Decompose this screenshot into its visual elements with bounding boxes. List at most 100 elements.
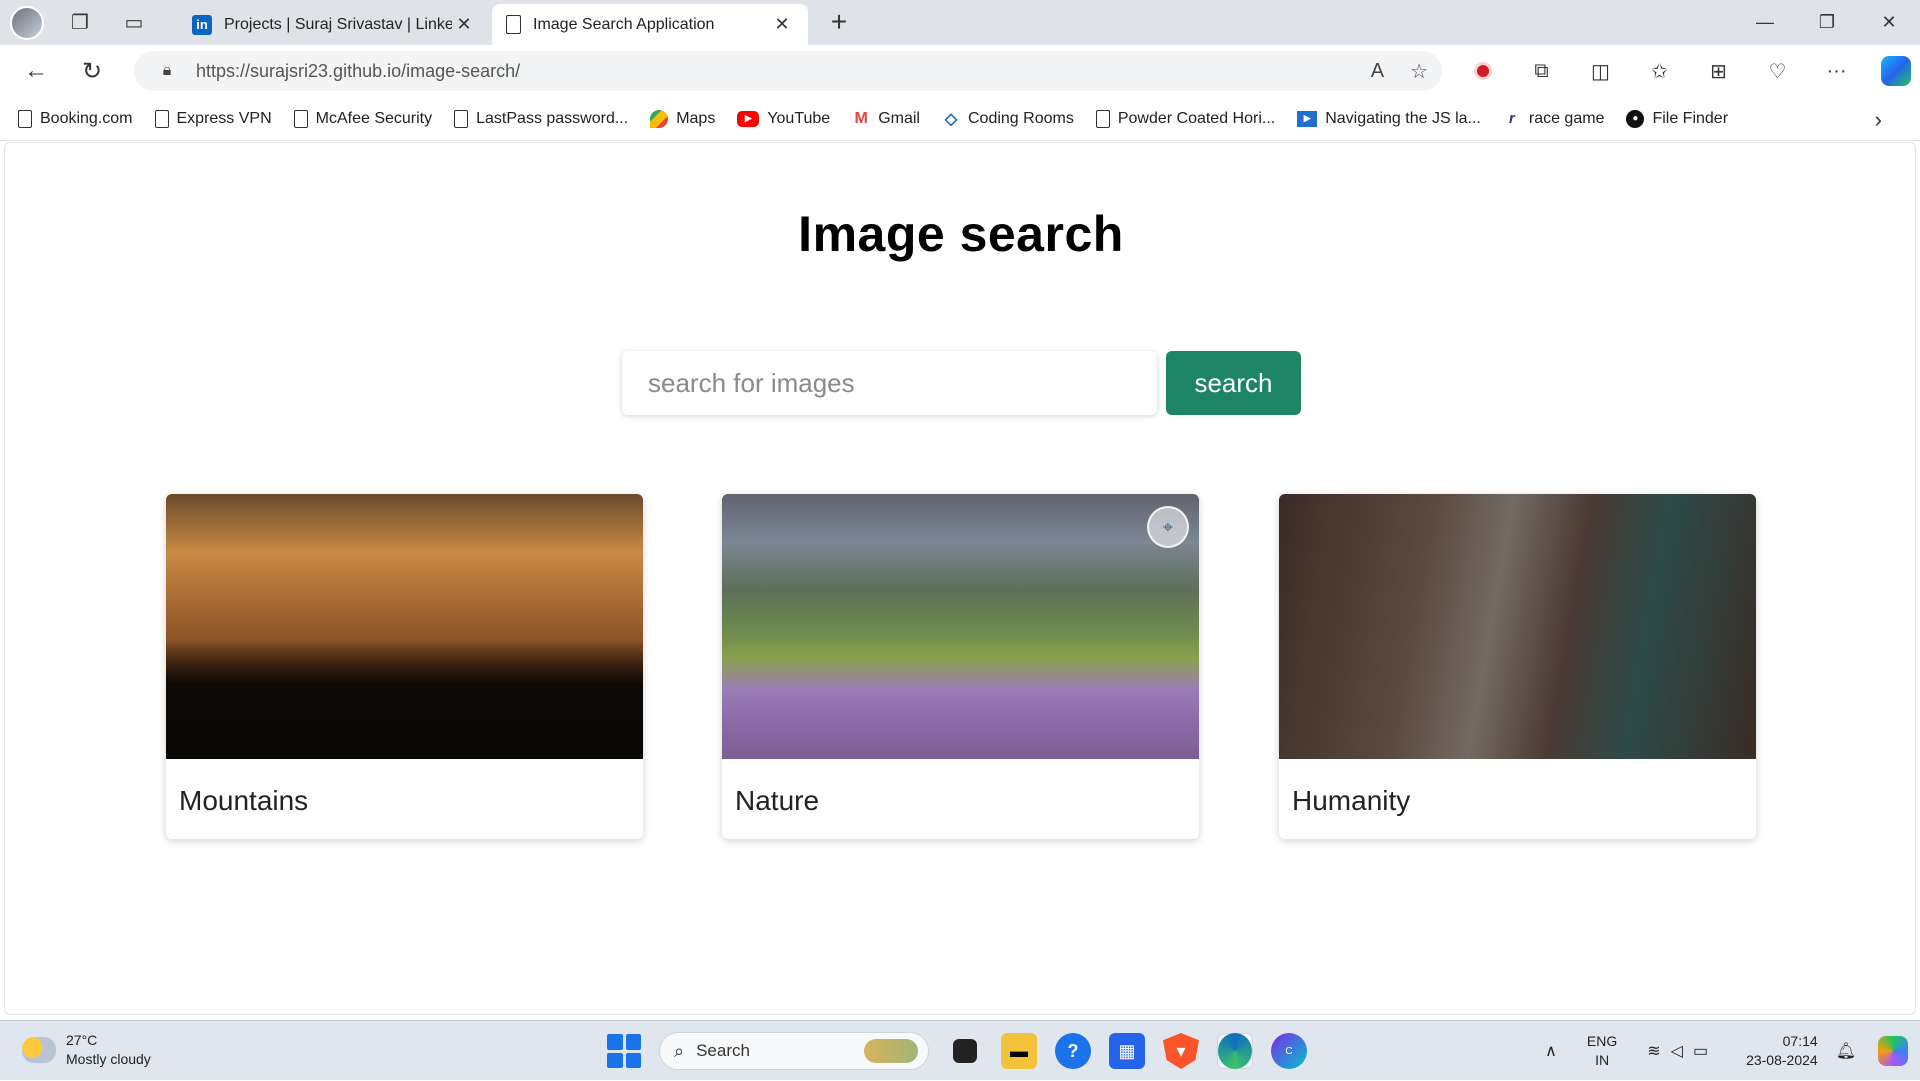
tab-title: Image Search Application [533, 15, 715, 33]
region-code: IN [1595, 1052, 1610, 1068]
weather-text: 27°C Mostly cloudy [66, 1031, 151, 1069]
image-card-humanity[interactable]: Humanity [1279, 494, 1756, 839]
profile-avatar[interactable] [10, 5, 44, 40]
browser-tab-strip: ❐ ▭ in Projects | Suraj Srivastav | Link… [0, 0, 1920, 45]
favorites-icon[interactable]: ✩ [1637, 51, 1682, 91]
bookmark-label: Gmail [878, 109, 920, 127]
split-screen-icon[interactable]: ◫ [1578, 51, 1623, 91]
address-url: https://surajsri23.github.io/image-searc… [196, 61, 520, 82]
humanity-image[interactable] [1279, 494, 1756, 759]
read-aloud-icon[interactable]: A [1371, 60, 1384, 83]
collections-icon[interactable]: ⊞ [1696, 51, 1741, 91]
bookmark-youtube[interactable]: ▶ YouTube [737, 110, 830, 128]
task-view-icon[interactable] [947, 1033, 983, 1069]
mountains-image[interactable] [166, 494, 643, 759]
site-info-icon[interactable]: 🔒︎ [156, 60, 178, 82]
minimize-icon[interactable]: — [1734, 0, 1796, 45]
search-highlight-icon [864, 1039, 918, 1063]
page-icon [506, 15, 521, 34]
card-caption: Mountains [179, 785, 309, 816]
close-window-icon[interactable]: ✕ [1858, 0, 1920, 45]
browser-toolbar: ← ↻ 🔒︎ https://surajsri23.github.io/imag… [0, 45, 1920, 97]
page-icon [18, 109, 32, 128]
canva-icon[interactable]: C [1271, 1033, 1307, 1069]
system-tray: ∧ ENG IN ≋◁▭ 07:14 23-08-2024 🔔︎ [1545, 1021, 1920, 1081]
copilot-taskbar-icon[interactable] [1878, 1036, 1908, 1066]
coding-rooms-icon: ◇ [944, 110, 958, 128]
visual-search-icon[interactable]: ⌖ [1147, 506, 1189, 548]
bookmark-label: Booking.com [40, 109, 133, 127]
brave-browser-icon[interactable]: ▾ [1163, 1033, 1199, 1069]
tab-linkedin[interactable]: in Projects | Suraj Srivastav | LinkedIn… [178, 4, 490, 45]
bookmark-navigating-js[interactable]: ▶ Navigating the JS la... [1297, 110, 1481, 128]
new-tab-button[interactable]: + [824, 8, 854, 38]
restore-icon[interactable]: ❐ [1796, 0, 1858, 45]
url-host: https://surajsri23.github.io [196, 60, 402, 81]
image-card-nature[interactable]: ⌖ Nature [722, 494, 1199, 839]
tab-title: Projects | Suraj Srivastav | LinkedIn [224, 15, 452, 33]
chevron-up-icon[interactable]: ∧ [1545, 1041, 1557, 1061]
weather-description: Mostly cloudy [66, 1051, 151, 1067]
favorite-star-icon[interactable]: ☆ [1410, 59, 1428, 84]
bookmark-gmail[interactable]: M Gmail [852, 110, 920, 128]
extensions-toolbar: ⧉ ◫ ✩ ⊞ ♡ ··· [1460, 51, 1918, 91]
address-bar[interactable]: 🔒︎ https://surajsri23.github.io/image-se… [134, 51, 1442, 91]
clock-time: 07:14 [1782, 1033, 1818, 1049]
extensions-icon[interactable]: ⧉ [1519, 51, 1564, 91]
bookmark-powder-coated[interactable]: Powder Coated Hori... [1095, 109, 1276, 128]
browser-essentials-icon[interactable]: ♡ [1755, 51, 1800, 91]
bookmark-lastpass[interactable]: LastPass password... [454, 109, 628, 128]
bookmark-race-game[interactable]: r race game [1503, 110, 1605, 128]
bookmark-mcafee[interactable]: McAfee Security [293, 109, 432, 128]
bookmark-maps[interactable]: Maps [650, 109, 716, 128]
clock[interactable]: 07:14 23-08-2024 [1746, 1032, 1818, 1070]
image-card-mountains[interactable]: Mountains [166, 494, 643, 839]
language-code: ENG [1586, 1033, 1618, 1049]
close-icon[interactable]: ✕ [770, 14, 794, 35]
bookmark-express-vpn[interactable]: Express VPN [154, 109, 272, 128]
language-indicator[interactable]: ENG IN [1587, 1032, 1617, 1070]
page-icon [1095, 109, 1110, 128]
bookmarks-bar: Booking.com Express VPN McAfee Security … [0, 97, 1920, 141]
linkedin-icon: in [192, 14, 212, 35]
get-help-icon[interactable]: ? [1055, 1033, 1091, 1069]
microsoft-store-icon[interactable]: ▦ [1109, 1033, 1145, 1069]
weather-widget[interactable]: 27°C Mostly cloudy [22, 1031, 151, 1069]
vertical-tabs-icon[interactable]: ▭ [116, 5, 152, 41]
bookmark-label: File Finder [1652, 109, 1729, 127]
record-extension-icon[interactable] [1460, 51, 1505, 91]
back-icon[interactable]: ← [16, 51, 56, 91]
refresh-icon[interactable]: ↻ [72, 51, 112, 91]
tab-image-search[interactable]: Image Search Application ✕ [492, 4, 808, 45]
close-icon[interactable]: ✕ [452, 14, 476, 35]
copilot-icon[interactable] [1873, 51, 1918, 91]
workspaces-icon[interactable]: ❐ [62, 5, 98, 41]
card-caption: Nature [735, 785, 820, 816]
page-icon [454, 109, 469, 128]
search-input[interactable] [622, 351, 1157, 415]
bookmark-file-finder[interactable]: ● File Finder [1626, 109, 1729, 128]
taskbar-search[interactable]: ⌕ Search [659, 1032, 929, 1070]
search-button[interactable]: search [1166, 351, 1301, 415]
tab-strip-leading-controls: ❐ ▭ [0, 0, 152, 45]
bookmark-label: Express VPN [176, 109, 272, 127]
more-menu-icon[interactable]: ··· [1814, 51, 1859, 91]
notification-bell-icon[interactable]: 🔔︎ [1836, 1041, 1856, 1061]
web-page: Image search search Mountains ⌖ Nature H… [4, 142, 1916, 1015]
cloudy-weather-icon [22, 1037, 56, 1063]
bookmark-coding-rooms[interactable]: ◇ Coding Rooms [942, 110, 1074, 128]
chevron-right-icon[interactable]: › [1875, 107, 1882, 133]
nature-image[interactable] [722, 494, 1199, 759]
wifi-volume-battery-icons[interactable]: ≋◁▭ [1647, 1041, 1718, 1061]
windows-start-icon[interactable] [607, 1034, 641, 1068]
bookmark-label: Maps [676, 109, 716, 127]
youtube-icon: ▶ [737, 110, 760, 127]
address-bar-actions: A ☆ [1371, 51, 1428, 91]
bookmark-label: Powder Coated Hori... [1117, 109, 1276, 127]
file-explorer-icon[interactable]: ▬ [1001, 1033, 1037, 1069]
card-caption: Humanity [1292, 785, 1411, 816]
bookmark-booking[interactable]: Booking.com [18, 109, 133, 128]
edge-browser-button[interactable] [1217, 1033, 1253, 1069]
window-controls: — ❐ ✕ [1734, 0, 1920, 45]
race-game-icon: r [1508, 110, 1515, 127]
